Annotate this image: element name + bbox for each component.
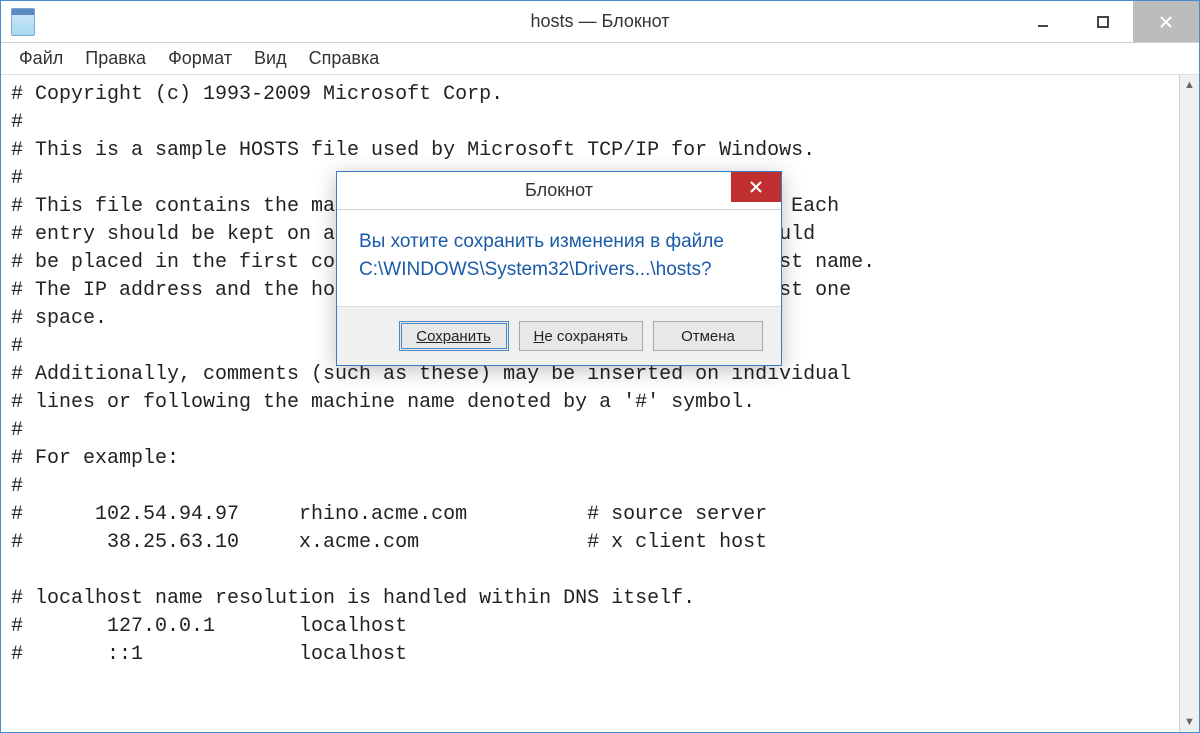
dialog-message-line1: Вы хотите сохранить изменения в файле — [359, 228, 759, 256]
titlebar: hosts — Блокнот — [1, 1, 1199, 43]
maximize-button[interactable] — [1073, 1, 1133, 42]
close-icon — [1159, 15, 1173, 29]
dialog-buttons: Сохранить Не сохранять Отмена — [337, 306, 781, 365]
vertical-scrollbar[interactable]: ▲ ▼ — [1179, 75, 1199, 732]
window-title: hosts — Блокнот — [530, 11, 669, 32]
dialog-titlebar: Блокнот — [337, 172, 781, 210]
window-controls — [1013, 1, 1199, 42]
menu-view[interactable]: Вид — [244, 44, 297, 73]
cancel-button[interactable]: Отмена — [653, 321, 763, 351]
menu-edit[interactable]: Правка — [75, 44, 156, 73]
minimize-icon — [1036, 15, 1050, 29]
menu-help[interactable]: Справка — [299, 44, 390, 73]
dialog-message-line2: C:\WINDOWS\System32\Drivers...\hosts? — [359, 256, 759, 284]
maximize-icon — [1096, 15, 1110, 29]
save-dialog: Блокнот Вы хотите сохранить изменения в … — [336, 171, 782, 366]
scroll-down-icon[interactable]: ▼ — [1180, 712, 1199, 732]
minimize-button[interactable] — [1013, 1, 1073, 42]
dont-save-button[interactable]: Не сохранять — [519, 321, 643, 351]
menubar: Файл Правка Формат Вид Справка — [1, 43, 1199, 75]
scroll-up-icon[interactable]: ▲ — [1180, 75, 1199, 95]
dialog-close-button[interactable] — [731, 172, 781, 202]
dialog-message: Вы хотите сохранить изменения в файле C:… — [337, 210, 781, 306]
menu-file[interactable]: Файл — [9, 44, 73, 73]
dont-save-rest: е сохранять — [544, 328, 628, 345]
save-button-label: Сохранить — [416, 328, 491, 345]
notepad-icon — [11, 8, 35, 36]
save-button[interactable]: Сохранить — [399, 321, 509, 351]
dont-save-underline: Н — [534, 328, 545, 345]
menu-format[interactable]: Формат — [158, 44, 242, 73]
close-icon — [750, 181, 762, 193]
close-button[interactable] — [1133, 1, 1199, 42]
notepad-window: hosts — Блокнот Файл Правка Формат Вид С… — [0, 0, 1200, 733]
dialog-title: Блокнот — [525, 180, 593, 201]
